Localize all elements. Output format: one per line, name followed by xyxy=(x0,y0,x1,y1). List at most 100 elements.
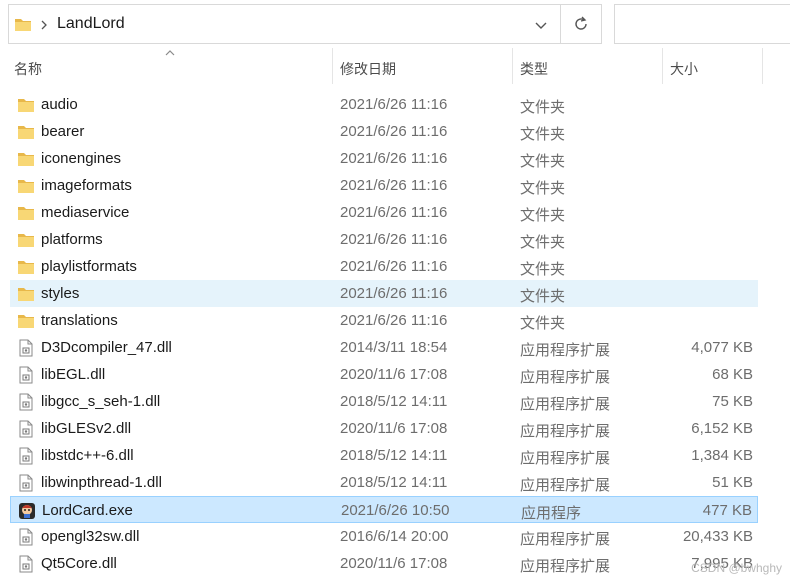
file-date: 2021/6/26 11:16 xyxy=(340,123,448,140)
file-type: 应用程序扩展 xyxy=(520,531,611,548)
file-type: 应用程序扩展 xyxy=(520,396,611,413)
column-type[interactable]: 类型 xyxy=(520,48,548,84)
breadcrumb[interactable]: LandLord xyxy=(57,15,125,33)
file-date: 2021/6/26 11:16 xyxy=(340,96,448,113)
file-row[interactable]: libwinpthread-1.dll 2018/5/12 14:11 应用程序扩展… xyxy=(10,469,758,496)
column-name[interactable]: 名称 xyxy=(14,48,42,84)
file-type: 应用程序扩展 xyxy=(520,450,611,467)
dll-file-icon xyxy=(17,447,35,465)
dll-file-icon xyxy=(17,366,35,384)
file-size: 1,384 KB xyxy=(691,447,753,464)
file-type: 文件夹 xyxy=(520,99,566,116)
file-date: 2021/6/26 11:16 xyxy=(340,258,448,275)
column-divider[interactable] xyxy=(332,48,333,84)
file-type: 文件夹 xyxy=(520,261,566,278)
file-row[interactable]: playlistformats 2021/6/26 11:16 文件夹 xyxy=(10,253,758,280)
file-date: 2021/6/26 10:50 xyxy=(341,502,450,519)
file-size: 20,433 KB xyxy=(682,528,753,545)
file-name: libstdc++-6.dll xyxy=(41,447,134,464)
file-row[interactable]: styles 2021/6/26 11:16 文件夹 xyxy=(10,280,758,307)
watermark: CSDN @bwhghy xyxy=(691,561,782,575)
file-name: iconengines xyxy=(41,150,122,167)
file-row[interactable]: D3Dcompiler_47.dll 2014/3/11 18:54 应用程序扩展 4… xyxy=(10,334,758,361)
file-date: 2021/6/26 11:16 xyxy=(340,312,448,329)
column-divider[interactable] xyxy=(512,48,513,84)
column-divider[interactable] xyxy=(762,48,763,84)
file-name: libgcc_s_seh-1.dll xyxy=(41,393,161,410)
file-name: libEGL.dll xyxy=(41,366,106,383)
refresh-button[interactable] xyxy=(561,4,602,44)
dll-file-icon xyxy=(17,339,35,357)
file-size: 68 KB xyxy=(712,366,753,383)
file-name: audio xyxy=(41,96,78,113)
file-row[interactable]: libgcc_s_seh-1.dll 2018/5/12 14:11 应用程序扩展 7… xyxy=(10,388,758,415)
file-date: 2016/6/14 20:00 xyxy=(340,528,449,545)
file-row[interactable]: imageformats 2021/6/26 11:16 文件夹 xyxy=(10,172,758,199)
file-date: 2018/5/12 14:11 xyxy=(340,393,448,410)
dll-file-icon xyxy=(17,393,35,411)
file-type: 应用程序 xyxy=(521,505,582,522)
file-name: libwinpthread-1.dll xyxy=(41,474,162,491)
file-type: 文件夹 xyxy=(520,315,566,332)
chevron-down-icon[interactable] xyxy=(534,18,548,32)
folder-icon xyxy=(17,96,35,114)
file-row[interactable]: libstdc++-6.dll 2018/5/12 14:11 应用程序扩展 1,38… xyxy=(10,442,758,469)
folder-icon xyxy=(17,123,35,141)
chevron-right-icon[interactable] xyxy=(39,18,49,32)
file-row[interactable]: bearer 2021/6/26 11:16 文件夹 xyxy=(10,118,758,145)
file-row[interactable]: Qt5Core.dll 2020/11/6 17:08 应用程序扩展 7,995 KB xyxy=(10,550,758,577)
file-row[interactable]: mediaservice 2021/6/26 11:16 文件夹 xyxy=(10,199,758,226)
app-icon xyxy=(18,502,36,520)
file-name: bearer xyxy=(41,123,85,140)
file-row[interactable]: iconengines 2021/6/26 11:16 文件夹 xyxy=(10,145,758,172)
file-date: 2021/6/26 11:16 xyxy=(340,177,448,194)
search-input[interactable] xyxy=(614,4,790,44)
file-name: imageformats xyxy=(41,177,132,194)
file-type: 文件夹 xyxy=(520,126,566,143)
file-type: 文件夹 xyxy=(520,234,566,251)
file-type: 文件夹 xyxy=(520,288,566,305)
file-type: 应用程序扩展 xyxy=(520,477,611,494)
column-divider[interactable] xyxy=(662,48,663,84)
file-date: 2021/6/26 11:16 xyxy=(340,204,448,221)
file-name: mediaservice xyxy=(41,204,130,221)
file-row[interactable]: opengl32sw.dll 2016/6/14 20:00 应用程序扩展 20,43… xyxy=(10,523,758,550)
file-name: LordCard.exe xyxy=(42,502,133,519)
column-size[interactable]: 大小 xyxy=(670,48,698,84)
file-date: 2018/5/12 14:11 xyxy=(340,447,448,464)
file-type: 应用程序扩展 xyxy=(520,423,611,440)
folder-icon xyxy=(17,177,35,195)
file-size: 51 KB xyxy=(712,474,753,491)
file-type: 应用程序扩展 xyxy=(520,369,611,386)
file-date: 2021/6/26 11:16 xyxy=(340,231,448,248)
file-row[interactable]: libEGL.dll 2020/11/6 17:08 应用程序扩展 68 KB xyxy=(10,361,758,388)
file-row[interactable]: translations 2021/6/26 11:16 文件夹 xyxy=(10,307,758,334)
column-date[interactable]: 修改日期 xyxy=(340,48,396,84)
file-date: 2021/6/26 11:16 xyxy=(340,150,448,167)
address-bar[interactable]: LandLord xyxy=(8,4,561,44)
file-name: opengl32sw.dll xyxy=(41,528,140,545)
file-name: playlistformats xyxy=(41,258,137,275)
file-name: translations xyxy=(41,312,118,329)
file-size: 6,152 KB xyxy=(691,420,753,437)
file-row[interactable]: audio 2021/6/26 11:16 文件夹 xyxy=(10,91,758,118)
dll-file-icon xyxy=(17,474,35,492)
folder-icon xyxy=(17,312,35,330)
folder-icon xyxy=(17,258,35,276)
file-row[interactable]: platforms 2021/6/26 11:16 文件夹 xyxy=(10,226,758,253)
folder-icon xyxy=(17,231,35,249)
file-row[interactable]: libGLESv2.dll 2020/11/6 17:08 应用程序扩展 6,152 … xyxy=(10,415,758,442)
file-row[interactable]: LordCard.exe 2021/6/26 10:50 应用程序 477 KB xyxy=(10,496,758,523)
file-type: 文件夹 xyxy=(520,153,566,170)
file-size: 477 KB xyxy=(702,502,752,519)
file-size: 75 KB xyxy=(712,393,753,410)
file-date: 2020/11/6 17:08 xyxy=(340,366,448,383)
file-type: 文件夹 xyxy=(520,180,566,197)
file-type: 应用程序扩展 xyxy=(520,558,611,575)
file-type: 文件夹 xyxy=(520,207,566,224)
dll-file-icon xyxy=(17,528,35,546)
column-header: 名称 修改日期 类型 大小 xyxy=(0,48,790,84)
file-name: D3Dcompiler_47.dll xyxy=(41,339,172,356)
file-date: 2021/6/26 11:16 xyxy=(340,285,448,302)
file-date: 2020/11/6 17:08 xyxy=(340,555,448,572)
